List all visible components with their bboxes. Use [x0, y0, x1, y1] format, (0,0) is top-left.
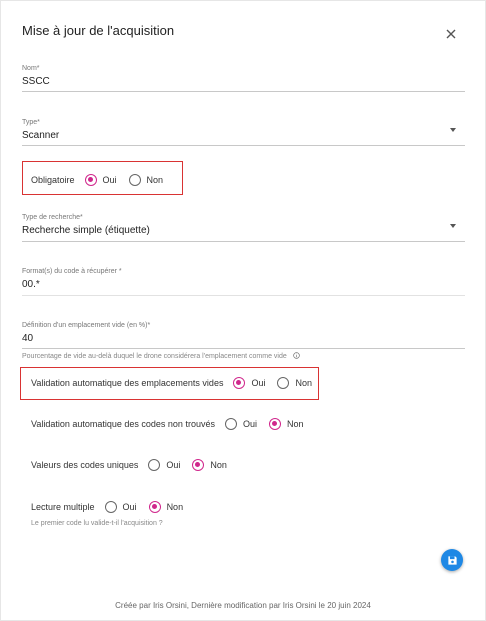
type-recherche-underline [22, 241, 465, 242]
valeurs-uniques-label: Valeurs des codes uniques [31, 460, 139, 470]
lecture-multiple-oui-label[interactable]: Oui [123, 502, 137, 512]
type-value: Scanner [22, 130, 60, 141]
definition-hint: Pourcentage de vide au-delà duquel le dr… [22, 352, 300, 360]
obligatoire-oui-radio[interactable] [84, 174, 97, 186]
validation-non-trouves-oui-label[interactable]: Oui [243, 419, 257, 429]
type-underline [22, 145, 465, 146]
type-label: Type* [22, 119, 40, 126]
lecture-multiple-hint: Le premier code lu valide-t-il l'acquisi… [31, 520, 163, 527]
lecture-multiple-radio-group: Lecture multiple Oui Non [31, 500, 195, 514]
validation-vides-label: Validation automatique des emplacements … [31, 378, 224, 388]
obligatoire-non-radio[interactable] [128, 174, 141, 186]
info-icon[interactable] [292, 352, 300, 359]
lecture-multiple-non-radio[interactable] [148, 501, 161, 513]
close-icon[interactable] [444, 27, 458, 41]
definition-label: Définition d'un emplacement vide (en %)* [22, 322, 151, 329]
definition-underline [22, 348, 465, 349]
nom-value[interactable]: SSCC [22, 76, 465, 88]
type-recherche-select[interactable]: Type de recherche* Recherche simple (éti… [22, 214, 465, 242]
nom-label: Nom* [22, 65, 40, 72]
type-select[interactable]: Type* Scanner [22, 119, 465, 146]
lecture-multiple-non-label[interactable]: Non [167, 502, 184, 512]
save-icon [447, 555, 457, 565]
validation-non-trouves-oui-radio[interactable] [224, 418, 237, 430]
nom-underline [22, 91, 465, 92]
type-recherche-value: Recherche simple (étiquette) [22, 225, 150, 236]
valeurs-uniques-radio-group: Valeurs des codes uniques Oui Non [31, 458, 239, 472]
obligatoire-label: Obligatoire [31, 175, 75, 185]
format-label: Format(s) du code à récupérer * [22, 268, 122, 275]
validation-non-trouves-non-radio[interactable] [268, 418, 281, 430]
obligatoire-non-label[interactable]: Non [147, 175, 164, 185]
save-button[interactable] [441, 549, 463, 571]
validation-vides-radio-group: Validation automatique des emplacements … [31, 376, 324, 390]
validation-non-trouves-non-label[interactable]: Non [287, 419, 304, 429]
lecture-multiple-label: Lecture multiple [31, 502, 95, 512]
lecture-multiple-oui-radio[interactable] [104, 501, 117, 513]
footer-audit-text: Créée par Iris Orsini, Dernière modifica… [115, 601, 371, 610]
validation-non-trouves-radio-group: Validation automatique des codes non tro… [31, 417, 316, 431]
format-underline [22, 295, 465, 296]
nom-field[interactable]: Nom* SSCC [22, 65, 465, 92]
valeurs-uniques-oui-label[interactable]: Oui [166, 460, 180, 470]
obligatoire-radio-group: Obligatoire Oui Non [31, 173, 175, 187]
dialog-title: Mise à jour de l'acquisition [22, 23, 175, 38]
valeurs-uniques-non-radio[interactable] [192, 459, 205, 471]
format-field[interactable]: Format(s) du code à récupérer * 00.* [22, 268, 465, 296]
validation-vides-oui-label[interactable]: Oui [251, 378, 265, 388]
chevron-down-icon [450, 224, 456, 228]
validation-vides-non-radio[interactable] [277, 377, 290, 389]
definition-value[interactable]: 40 [22, 333, 465, 345]
acquisition-dialog: Mise à jour de l'acquisition Nom* SSCC T… [0, 0, 486, 621]
obligatoire-oui-label[interactable]: Oui [103, 175, 117, 185]
definition-hint-text: Pourcentage de vide au-delà duquel le dr… [22, 353, 287, 360]
validation-non-trouves-label: Validation automatique des codes non tro… [31, 419, 215, 429]
validation-vides-non-label[interactable]: Non [295, 378, 312, 388]
type-recherche-label: Type de recherche* [22, 214, 83, 221]
validation-vides-oui-radio[interactable] [233, 377, 246, 389]
format-value[interactable]: 00.* [22, 279, 465, 291]
valeurs-uniques-non-label[interactable]: Non [210, 460, 227, 470]
valeurs-uniques-oui-radio[interactable] [148, 459, 161, 471]
definition-field[interactable]: Définition d'un emplacement vide (en %)*… [22, 322, 465, 349]
chevron-down-icon [450, 128, 456, 132]
